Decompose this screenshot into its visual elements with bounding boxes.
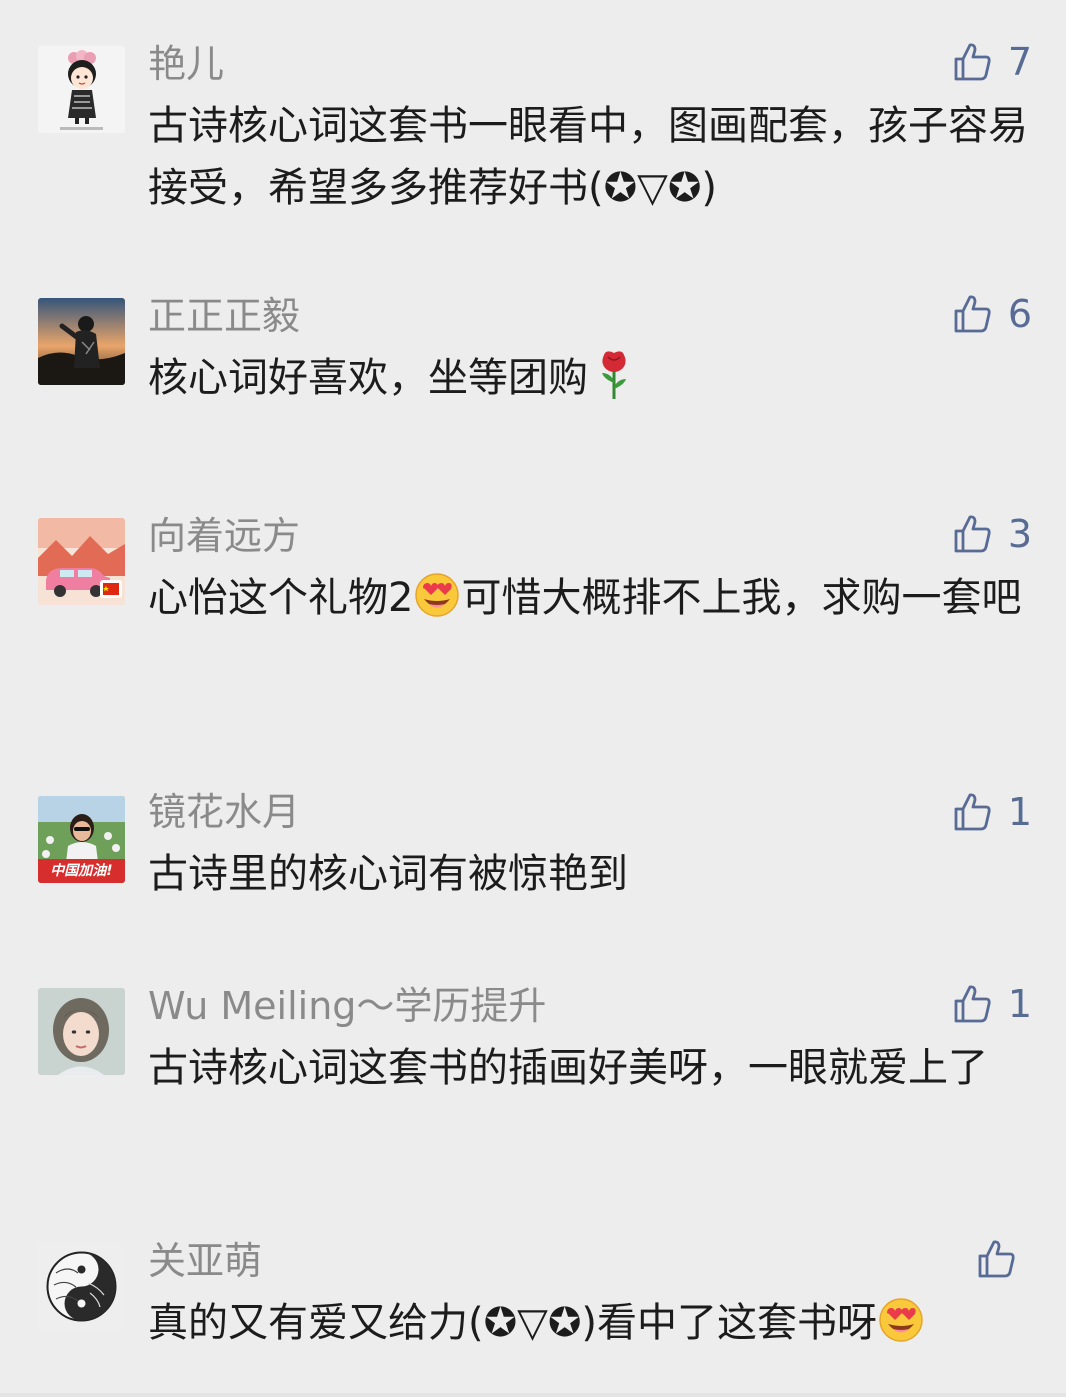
comment-text-content: 真的又有爱又给力(✪▽✪)看中了这套书呀 <box>148 1300 878 1346</box>
comment-text: 古诗核心词这套书的插画好美呀，一眼就爱上了 <box>148 1045 988 1091</box>
comment-text-content: 核心词好喜欢，坐等团购 <box>148 355 588 401</box>
thumbs-up-icon <box>978 1240 1015 1278</box>
comment-nickname[interactable]: Wu Meiling～学历提升 <box>148 984 546 1028</box>
like-count: 6 <box>1007 292 1032 336</box>
comment-nickname[interactable]: 关亚萌 <box>148 1239 262 1283</box>
thumbs-up-icon <box>954 985 991 1023</box>
sunset-silhouette-avatar-icon <box>38 298 125 385</box>
thumbs-up-icon <box>954 43 991 81</box>
avatar[interactable] <box>38 46 125 133</box>
avatar[interactable] <box>38 518 125 605</box>
pink-car-avatar-icon <box>38 518 125 605</box>
avatar[interactable] <box>38 1243 125 1330</box>
comment-nickname[interactable]: 镜花水月 <box>148 790 300 834</box>
comment-text: 真的又有爱又给力(✪▽✪)看中了这套书呀 <box>148 1292 1028 1354</box>
like-count: 1 <box>1007 982 1032 1026</box>
thumbs-up-icon <box>954 515 991 553</box>
like-count: 1 <box>1007 790 1032 834</box>
bottom-divider <box>0 1393 1066 1397</box>
comment-nickname[interactable]: 艳儿 <box>148 42 224 86</box>
comment-text-part: 心怡这个礼物2 <box>148 575 414 621</box>
like-button[interactable]: 6 <box>952 292 1032 336</box>
like-count: 7 <box>1007 40 1032 84</box>
comment-nickname[interactable]: 正正正毅 <box>148 294 300 338</box>
thumbs-up-icon <box>954 295 991 333</box>
like-button[interactable]: 1 <box>952 982 1032 1026</box>
avatar[interactable] <box>38 298 125 385</box>
comment-text: 古诗里的核心词有被惊艳到 <box>148 851 628 897</box>
cartoon-girl-avatar-icon <box>38 46 125 133</box>
heart-eyes-emoji-icon <box>877 1296 925 1344</box>
ink-circle-avatar-icon <box>38 1243 125 1330</box>
heart-eyes-emoji-icon <box>413 571 461 619</box>
comment-nickname[interactable]: 向着远方 <box>148 514 300 558</box>
comment-text: 古诗核心词这套书一眼看中，图画配套，孩子容易接受，希望多多推荐好书(✪▽✪) <box>148 103 1028 211</box>
like-button[interactable]: 7 <box>952 40 1032 84</box>
avatar[interactable] <box>38 988 125 1075</box>
thumbs-up-icon <box>954 793 991 831</box>
like-button[interactable]: 1 <box>952 790 1032 834</box>
like-button[interactable] <box>976 1237 1032 1281</box>
like-button[interactable]: 3 <box>952 512 1032 556</box>
rose-emoji-icon <box>594 349 634 401</box>
avatar[interactable]: 中国加油! <box>38 796 125 883</box>
comment-text: 心怡这个礼物2 可惜大概排不上我，求购一套吧 <box>148 567 1028 629</box>
avatar-caption: 中国加油! <box>50 863 113 879</box>
woman-portrait-avatar-icon <box>38 988 125 1075</box>
like-count: 3 <box>1007 512 1032 556</box>
comment-text: 核心词好喜欢，坐等团购 <box>148 347 1028 409</box>
comment-text-part: 可惜大概排不上我，求购一套吧 <box>461 575 1022 621</box>
